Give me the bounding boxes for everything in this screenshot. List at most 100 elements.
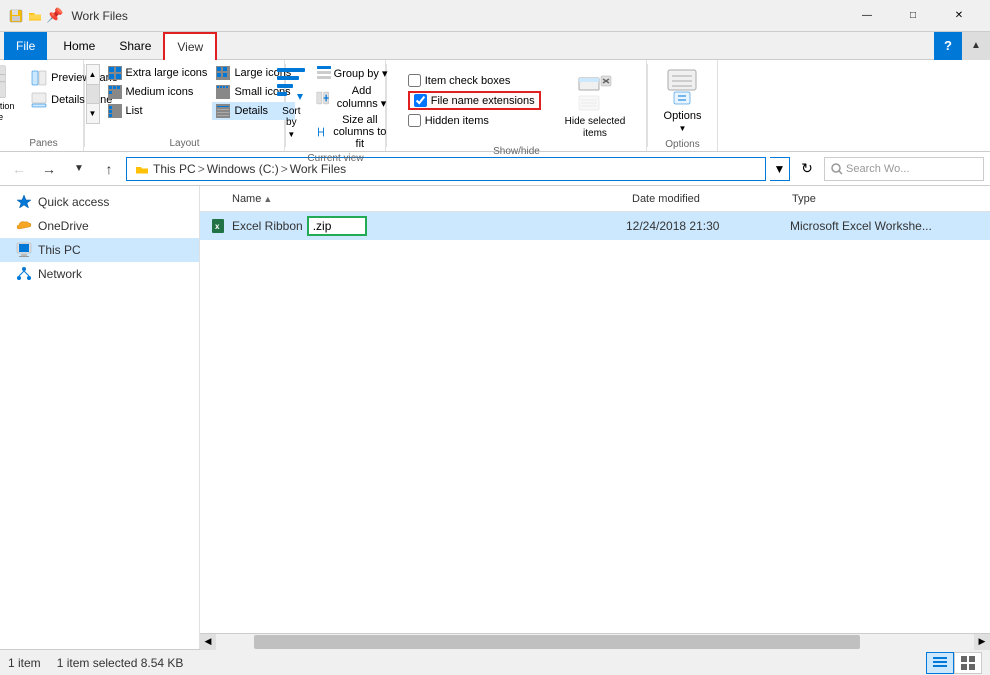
search-placeholder: Search Wo... — [846, 163, 909, 175]
options-label: Options — [664, 110, 702, 122]
back-button[interactable]: ← — [6, 156, 32, 182]
path-windows-c: Windows (C:) — [207, 162, 279, 176]
cloud-icon — [16, 218, 32, 234]
maximize-button[interactable]: □ — [890, 0, 936, 32]
sidebar-item-this-pc[interactable]: This PC — [0, 238, 199, 262]
address-dropdown[interactable]: ▼ — [770, 157, 790, 181]
show-hide-checkboxes: Item check boxes File name extensions Hi… — [400, 70, 549, 131]
sidebar-item-quick-access[interactable]: Quick access — [0, 190, 199, 214]
hidden-items-row[interactable]: Hidden items — [408, 114, 541, 127]
file-name-extension-edit[interactable] — [307, 216, 367, 236]
file-name-extensions-checkbox[interactable] — [414, 94, 427, 107]
recent-locations-button[interactable]: ▼ — [66, 156, 92, 182]
item-count: 1 item — [8, 656, 41, 670]
this-pc-label: This PC — [38, 243, 81, 257]
details-view-toggle[interactable] — [926, 652, 954, 674]
file-list: x Excel Ribbon 12/24/2018 21:30 Microsof… — [200, 212, 990, 633]
col-header-name[interactable]: Name ▲ — [228, 186, 628, 211]
hscroll-right-button[interactable]: ▶ — [974, 634, 990, 650]
layout-scroll-up[interactable]: ▲ — [87, 65, 99, 85]
navigation-pane-label: Navigationpane — [0, 101, 14, 123]
file-name-extensions-label: File name extensions — [431, 95, 535, 107]
ribbon-collapse-button[interactable]: ▲ — [962, 32, 990, 60]
quick-access-label: Quick access — [38, 195, 109, 209]
add-columns-button[interactable]: Add columns ▾ — [312, 84, 396, 111]
help-button[interactable]: ? — [934, 32, 962, 60]
sidebar: Quick access OneDrive This PC Network — [0, 186, 200, 649]
ribbon-tabs: File Home Share View ? ▲ — [0, 32, 990, 60]
tab-share[interactable]: Share — [107, 32, 163, 60]
view-options: Group by ▾ Add columns ▾ Size all column… — [312, 64, 396, 151]
refresh-button[interactable]: ↻ — [794, 156, 820, 182]
size-columns-button[interactable]: Size all columns to fit — [312, 113, 396, 151]
layout-group: ▲ ▼ Extra large icons Large icons Medium… — [85, 60, 285, 151]
options-button[interactable]: Options ▼ — [656, 64, 710, 137]
minimize-button[interactable]: — — [844, 0, 890, 32]
tab-file[interactable]: File — [4, 32, 47, 60]
sidebar-item-onedrive[interactable]: OneDrive — [0, 214, 199, 238]
show-hide-group-label: Show/hide — [493, 146, 540, 157]
hidden-items-checkbox[interactable] — [408, 114, 421, 127]
address-path[interactable]: This PC > Windows (C:) > Work Files — [126, 157, 766, 181]
tab-home[interactable]: Home — [51, 32, 107, 60]
group-by-button[interactable]: Group by ▾ — [312, 64, 396, 82]
hide-selected-label: Hide selecteditems — [565, 116, 626, 140]
item-check-boxes-checkbox[interactable] — [408, 74, 421, 87]
file-header: Name ▲ Date modified Type — [200, 186, 990, 212]
col-type-label: Type — [792, 193, 816, 205]
file-area: Name ▲ Date modified Type x Excel — [200, 186, 990, 649]
options-group: Options ▼ Options — [648, 60, 718, 151]
ribbon-content: Navigationpane ▼ Preview pane Details pa… — [0, 60, 990, 152]
status-bar: 1 item 1 item selected 8.54 KB — [0, 649, 990, 675]
add-columns-label: Add columns ▾ — [331, 85, 392, 110]
item-check-boxes-row[interactable]: Item check boxes — [408, 74, 541, 87]
col-header-type[interactable]: Type — [788, 186, 982, 211]
current-view-group: Sortby ▼ Group by ▾ Add columns ▾ Size a… — [286, 60, 386, 151]
file-name-cell: Excel Ribbon — [232, 216, 622, 236]
list-label: List — [126, 105, 143, 117]
tab-view[interactable]: View — [163, 32, 217, 60]
layout-scroll-down[interactable]: ▼ — [87, 103, 99, 123]
hscroll-left-button[interactable]: ◀ — [200, 634, 216, 650]
main-area: Quick access OneDrive This PC Network Na… — [0, 186, 990, 649]
medium-icons-label: Medium icons — [126, 86, 194, 98]
col-name-label: Name — [232, 193, 261, 205]
large-view-toggle[interactable] — [954, 652, 982, 674]
extra-large-icons-button[interactable]: Extra large icons — [104, 64, 212, 82]
col-header-date[interactable]: Date modified — [628, 186, 788, 211]
panes-group-label: Panes — [29, 138, 57, 149]
hide-selected-items-button[interactable]: Hide selecteditems — [557, 70, 634, 144]
navigation-pane-button[interactable]: Navigationpane ▼ — [0, 64, 23, 134]
hscroll-track[interactable] — [216, 634, 974, 650]
search-box[interactable]: Search Wo... — [824, 157, 984, 181]
item-check-boxes-label: Item check boxes — [425, 75, 511, 87]
quick-save-icon[interactable] — [8, 8, 24, 24]
medium-icons-button[interactable]: Medium icons — [104, 83, 212, 101]
table-row[interactable]: x Excel Ribbon 12/24/2018 21:30 Microsof… — [200, 212, 990, 240]
sidebar-item-network[interactable]: Network — [0, 262, 199, 286]
hscroll-thumb[interactable] — [254, 635, 860, 649]
network-icon — [16, 266, 32, 282]
svg-text:x: x — [215, 222, 220, 231]
star-icon — [16, 194, 32, 210]
excel-file-icon: x — [210, 218, 226, 234]
show-hide-group: Item check boxes File name extensions Hi… — [387, 60, 647, 151]
sort-arrow: ▲ — [263, 194, 272, 204]
selected-info: 1 item selected 8.54 KB — [57, 656, 184, 670]
current-view-label: Current view — [307, 153, 363, 164]
close-button[interactable]: ✕ — [936, 0, 982, 32]
list-button[interactable]: List — [104, 102, 212, 120]
path-this-pc: This PC — [153, 162, 196, 176]
title-bar: 📌 Work Files — □ ✕ — [0, 0, 990, 32]
sort-by-button[interactable]: Sortby ▼ — [275, 64, 308, 139]
file-type: Microsoft Excel Workshe... — [790, 219, 982, 233]
up-button[interactable]: ↑ — [96, 156, 122, 182]
file-name-extensions-row[interactable]: File name extensions — [408, 91, 541, 110]
title-folder-icon — [28, 9, 42, 23]
forward-button[interactable]: → — [36, 156, 62, 182]
pin-icon[interactable]: 📌 — [46, 7, 63, 24]
panes-group: Navigationpane ▼ Preview pane Details pa… — [4, 60, 84, 151]
options-dropdown-icon: ▼ — [679, 124, 687, 133]
window-controls: — □ ✕ — [844, 0, 982, 32]
sort-by-dropdown: ▼ — [287, 130, 295, 139]
